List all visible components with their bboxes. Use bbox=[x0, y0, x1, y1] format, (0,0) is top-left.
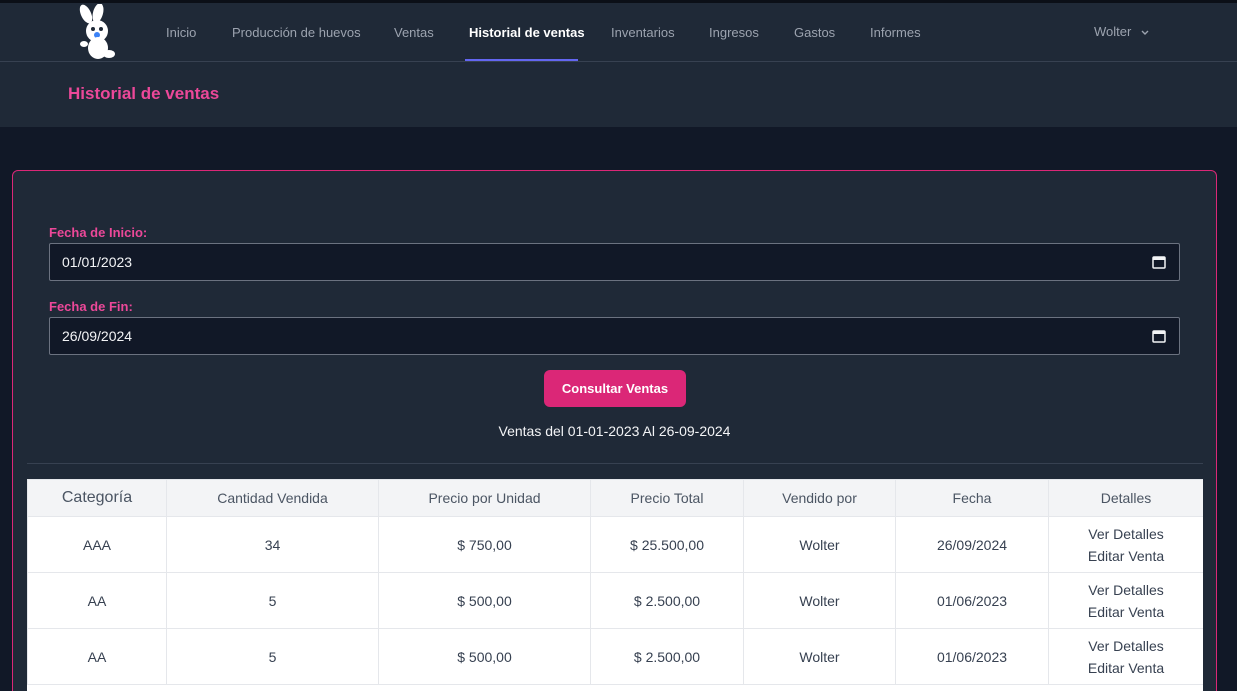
nav-item-inicio[interactable]: Inicio bbox=[166, 3, 196, 62]
ver-detalles-link[interactable]: Ver Detalles bbox=[1049, 635, 1203, 657]
cell-vendido-por: Wolter bbox=[743, 516, 896, 573]
nav-item-ingresos[interactable]: Ingresos bbox=[709, 3, 759, 62]
nav-item-historial[interactable]: Historial de ventas bbox=[469, 3, 585, 62]
column-header-categoria: Categoría bbox=[27, 479, 167, 517]
start-date-input[interactable]: 01/01/2023 bbox=[49, 243, 1180, 281]
table-row: AA 5 $ 500,00 $ 2.500,00 Wolter 01/06/20… bbox=[27, 628, 1203, 685]
editar-venta-link[interactable]: Editar Venta bbox=[1049, 657, 1203, 679]
nav-item-inventarios[interactable]: Inventarios bbox=[611, 3, 675, 62]
cell-cantidad: 34 bbox=[166, 516, 379, 573]
nav-item-produccion[interactable]: Producción de huevos bbox=[232, 3, 361, 62]
page-title: Historial de ventas bbox=[68, 84, 220, 103]
start-date-value: 01/01/2023 bbox=[62, 254, 133, 270]
table-row: AA 5 $ 500,00 $ 2.500,00 Wolter 01/06/20… bbox=[27, 572, 1203, 629]
chevron-down-icon bbox=[1141, 30, 1149, 35]
table-row: AAA 34 $ 750,00 $ 25.500,00 Wolter 26/09… bbox=[27, 516, 1203, 573]
cell-detalles: Ver Detalles Editar Venta bbox=[1048, 516, 1203, 573]
column-header-fecha: Fecha bbox=[895, 479, 1049, 517]
sales-history-panel: Fecha de Inicio: 01/01/2023 Fecha de Fin… bbox=[12, 170, 1217, 691]
nav-item-ventas[interactable]: Ventas bbox=[394, 3, 434, 62]
page-header: Historial de ventas bbox=[0, 62, 1237, 127]
column-header-detalles: Detalles bbox=[1048, 479, 1203, 517]
user-menu[interactable]: Wolter bbox=[1094, 3, 1149, 62]
sales-table-container: Categoría Cantidad Vendida Precio por Un… bbox=[27, 479, 1203, 691]
sales-range-text: Ventas del 01-01-2023 Al 26-09-2024 bbox=[498, 423, 731, 439]
cell-cantidad: 5 bbox=[166, 628, 379, 685]
column-header-cantidad: Cantidad Vendida bbox=[166, 479, 379, 517]
cell-fecha: 01/06/2023 bbox=[895, 572, 1049, 629]
cell-fecha: 26/09/2024 bbox=[895, 516, 1049, 573]
column-header-precio-unidad: Precio por Unidad bbox=[378, 479, 591, 517]
cell-categoria: AAA bbox=[27, 516, 167, 573]
end-date-label: Fecha de Fin: bbox=[49, 299, 133, 314]
user-name: Wolter bbox=[1094, 24, 1132, 39]
ver-detalles-link[interactable]: Ver Detalles bbox=[1049, 523, 1203, 545]
cell-precio-total: $ 25.500,00 bbox=[590, 516, 744, 573]
table-header-row: Categoría Cantidad Vendida Precio por Un… bbox=[27, 479, 1203, 517]
rabbit-mascot-icon[interactable] bbox=[76, 4, 118, 62]
cell-detalles: Ver Detalles Editar Venta bbox=[1048, 572, 1203, 629]
ver-detalles-link[interactable]: Ver Detalles bbox=[1049, 579, 1203, 601]
cell-precio-unidad: $ 500,00 bbox=[378, 572, 591, 629]
divider bbox=[27, 463, 1203, 464]
cell-fecha: 01/06/2023 bbox=[895, 628, 1049, 685]
calendar-icon[interactable] bbox=[1152, 329, 1166, 343]
sales-table: Categoría Cantidad Vendida Precio por Un… bbox=[27, 479, 1203, 685]
nav-item-informes[interactable]: Informes bbox=[870, 3, 921, 62]
top-navbar: Inicio Producción de huevos Ventas Histo… bbox=[0, 3, 1237, 62]
cell-vendido-por: Wolter bbox=[743, 628, 896, 685]
end-date-value: 26/09/2024 bbox=[62, 328, 133, 344]
calendar-icon[interactable] bbox=[1152, 255, 1166, 269]
column-header-precio-total: Precio Total bbox=[590, 479, 744, 517]
editar-venta-link[interactable]: Editar Venta bbox=[1049, 545, 1203, 567]
cell-detalles: Ver Detalles Editar Venta bbox=[1048, 628, 1203, 685]
cell-precio-unidad: $ 750,00 bbox=[378, 516, 591, 573]
cell-categoria: AA bbox=[27, 572, 167, 629]
consultar-ventas-button[interactable]: Consultar Ventas bbox=[544, 370, 686, 407]
cell-cantidad: 5 bbox=[166, 572, 379, 629]
cell-precio-unidad: $ 500,00 bbox=[378, 628, 591, 685]
active-tab-indicator bbox=[465, 59, 578, 61]
end-date-input[interactable]: 26/09/2024 bbox=[49, 317, 1180, 355]
start-date-label: Fecha de Inicio: bbox=[49, 225, 148, 240]
cell-vendido-por: Wolter bbox=[743, 572, 896, 629]
nav-item-gastos[interactable]: Gastos bbox=[794, 3, 835, 62]
column-header-vendido-por: Vendido por bbox=[743, 479, 896, 517]
editar-venta-link[interactable]: Editar Venta bbox=[1049, 601, 1203, 623]
cell-precio-total: $ 2.500,00 bbox=[590, 628, 744, 685]
cell-categoria: AA bbox=[27, 628, 167, 685]
cell-precio-total: $ 2.500,00 bbox=[590, 572, 744, 629]
